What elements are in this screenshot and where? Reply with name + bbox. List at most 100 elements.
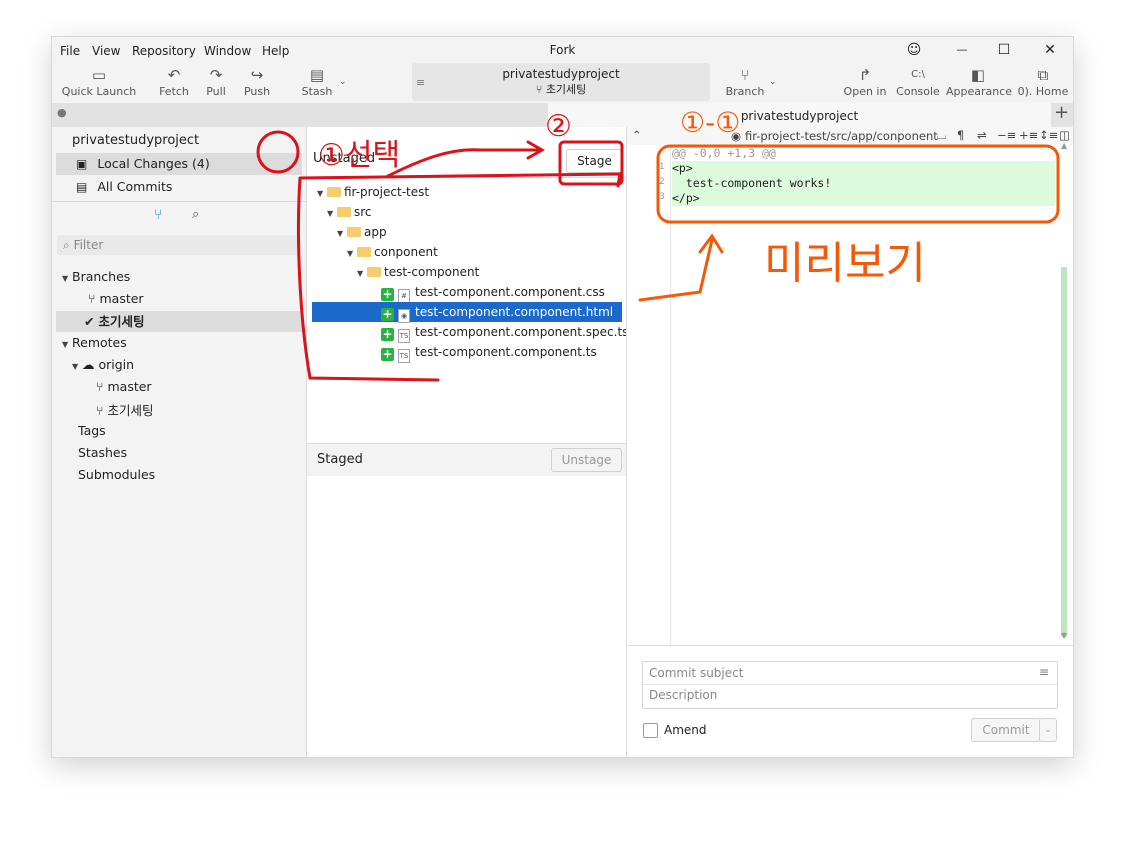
scroll-down-icon[interactable]: ▼ bbox=[1061, 631, 1067, 640]
expand-icon[interactable]: ↕≡ bbox=[1039, 128, 1058, 142]
push-button[interactable]: ↪ Push bbox=[240, 65, 274, 98]
open-in-button[interactable]: ↱ Open in bbox=[842, 65, 888, 98]
remotes-header[interactable]: ▼ Remotes bbox=[62, 335, 127, 350]
stash-dropdown-icon[interactable]: ⌄ bbox=[339, 77, 347, 87]
added-icon: + bbox=[381, 287, 394, 301]
wrap-icon[interactable]: ⇌ bbox=[977, 128, 987, 142]
current-branch: 초기세팅 bbox=[545, 83, 587, 96]
add-tab-icon[interactable]: + bbox=[1054, 102, 1069, 123]
fetch-button[interactable]: ↶ Fetch bbox=[156, 65, 192, 98]
open-in-label: Open in bbox=[843, 85, 887, 98]
changes-pane: Unstaged Stage ▼ fir-project-test ▼ src ▼ a… bbox=[307, 127, 628, 757]
minimize-icon[interactable]: — bbox=[950, 40, 974, 60]
remote-origin[interactable]: ▼ ☁ origin bbox=[72, 357, 134, 372]
commit-description-input[interactable]: Description bbox=[649, 688, 717, 702]
maximize-icon[interactable]: ☐ bbox=[992, 40, 1016, 60]
filter-input[interactable]: ⌕ Filter bbox=[57, 235, 301, 255]
quick-launch-button[interactable]: ▭ Quick Launch bbox=[60, 65, 138, 98]
remote-branch-master[interactable]: ⑂ master bbox=[96, 379, 152, 394]
pull-button[interactable]: ↷ Pull bbox=[200, 65, 232, 98]
appearance-label: Appearance bbox=[946, 85, 1013, 98]
staged-label: Staged bbox=[317, 452, 363, 467]
tree-folder-test-component[interactable]: ▼ test-component bbox=[357, 262, 479, 282]
tree-folder-app[interactable]: ▼ app bbox=[337, 222, 387, 242]
stash-icon: ▤ bbox=[309, 66, 325, 84]
sidebar-all-commits[interactable]: ▤ All Commits bbox=[76, 179, 172, 194]
commit-message-box[interactable]: Commit subject ≡ Description bbox=[642, 661, 1058, 709]
branch-icon: ⑂ bbox=[96, 403, 108, 418]
repository-selector[interactable]: ≡ privatestudyproject ⑂ 초기세팅 bbox=[412, 63, 710, 101]
folder-icon bbox=[367, 267, 381, 277]
stash-button[interactable]: ▤ Stash bbox=[298, 65, 336, 98]
commit-dropdown-icon[interactable]: ⌄ bbox=[1039, 718, 1057, 742]
console-icon: C:\ bbox=[911, 69, 925, 80]
branch-icon: ⑂ bbox=[96, 379, 108, 394]
filter-placeholder: Filter bbox=[73, 238, 104, 252]
feedback-smile-icon[interactable]: ☺ bbox=[902, 40, 926, 60]
sidebar-branch-current[interactable]: ✔ 초기세팅 bbox=[56, 311, 302, 332]
scroll-up-icon[interactable]: ▲ bbox=[1061, 141, 1067, 150]
tab-privatestudyproject[interactable]: privatestudyproject bbox=[548, 103, 1051, 127]
tree-folder-conponent[interactable]: ▼ conponent bbox=[347, 242, 438, 262]
sidebar-branch-master[interactable]: ⑂ master bbox=[88, 291, 144, 306]
pull-icon: ↷ bbox=[209, 66, 223, 84]
commit-subject-input[interactable]: Commit subject bbox=[649, 666, 743, 680]
commit-button[interactable]: Commit bbox=[971, 718, 1041, 742]
less-context-icon[interactable]: −≡ bbox=[997, 128, 1016, 142]
menu-lines-icon[interactable]: ≡ bbox=[1039, 665, 1049, 679]
tab-strip: ● privatestudyproject + bbox=[52, 102, 1073, 127]
branch-dropdown-icon[interactable]: ⌄ bbox=[769, 77, 777, 87]
branch-icon: ⑂ bbox=[740, 66, 750, 84]
branch-small-icon: ⑂ bbox=[535, 83, 546, 96]
push-icon: ↪ bbox=[250, 66, 264, 84]
file-row-selected[interactable]: + ◉ test-component.component.html bbox=[312, 302, 622, 323]
unstage-button[interactable]: Unstage bbox=[551, 448, 622, 472]
branch-view-icon[interactable]: ⑂ bbox=[154, 207, 162, 223]
close-icon[interactable]: ✕ bbox=[1038, 40, 1062, 60]
sidebar-stashes[interactable]: Stashes bbox=[78, 445, 127, 460]
collapse-up-icon[interactable]: ⌃ bbox=[632, 128, 642, 142]
file-row[interactable]: + TS test-component.component.ts bbox=[381, 342, 597, 363]
sidebar-submodules[interactable]: Submodules bbox=[78, 467, 155, 482]
fetch-label: Fetch bbox=[159, 85, 189, 98]
tree-folder-root[interactable]: ▼ fir-project-test bbox=[317, 182, 429, 202]
whitespace-icon[interactable]: ⌴ bbox=[937, 128, 946, 143]
checkmark-icon: ✔ bbox=[84, 314, 99, 329]
collapse-icon: ▼ bbox=[337, 229, 344, 238]
repo-name: privatestudyproject bbox=[502, 67, 620, 81]
tree-folder-src[interactable]: ▼ src bbox=[327, 202, 372, 222]
split-view-icon[interactable]: ◫ bbox=[1059, 128, 1070, 142]
dot-icon: ● bbox=[57, 106, 67, 119]
line-number: 2 bbox=[659, 177, 665, 187]
home-label: 0). Home bbox=[1017, 85, 1069, 98]
branch-button[interactable]: ⑂ Branch bbox=[724, 65, 766, 98]
chrome-file-icon: ◉ bbox=[731, 129, 742, 143]
amend-checkbox[interactable] bbox=[643, 723, 658, 738]
pilcrow-icon[interactable]: ¶ bbox=[957, 128, 964, 142]
stage-button[interactable]: Stage bbox=[566, 149, 623, 173]
appearance-button[interactable]: ◧ Appearance bbox=[946, 65, 1013, 98]
scrollbar-added-marker[interactable] bbox=[1061, 267, 1067, 637]
home-icon: ⧉ bbox=[1037, 66, 1049, 84]
more-context-icon[interactable]: +≡ bbox=[1019, 128, 1038, 142]
css-file-icon: # bbox=[398, 289, 410, 303]
pull-label: Pull bbox=[206, 85, 226, 98]
file-row[interactable]: + # test-component.component.css bbox=[381, 282, 605, 303]
sidebar-local-changes[interactable]: ▣ Local Changes (4) bbox=[56, 153, 302, 175]
collapse-icon: ▼ bbox=[327, 209, 334, 218]
branches-header[interactable]: ▼ Branches bbox=[62, 269, 130, 284]
branch-icon: ⑂ bbox=[88, 291, 100, 306]
file-row[interactable]: + TS test-component.component.spec.ts bbox=[381, 322, 628, 343]
remote-branch-setup[interactable]: ⑂ 초기세팅 bbox=[96, 400, 154, 419]
diff-line: test-component works! bbox=[672, 176, 1055, 191]
console-button[interactable]: C:\ Console bbox=[896, 65, 940, 98]
sidebar-tags[interactable]: Tags bbox=[78, 423, 106, 438]
local-changes-label: Local Changes (4) bbox=[97, 156, 210, 171]
collapse-icon: ▼ bbox=[62, 340, 69, 349]
home-button[interactable]: ⧉ 0). Home bbox=[1016, 65, 1070, 98]
ts-file-icon: TS bbox=[398, 349, 410, 363]
amend-label: Amend bbox=[664, 723, 707, 737]
menu-lines-icon: ≡ bbox=[416, 76, 426, 89]
sidebar-repo-name: privatestudyproject bbox=[72, 133, 200, 148]
search-icon[interactable]: ⌕ bbox=[192, 207, 199, 222]
